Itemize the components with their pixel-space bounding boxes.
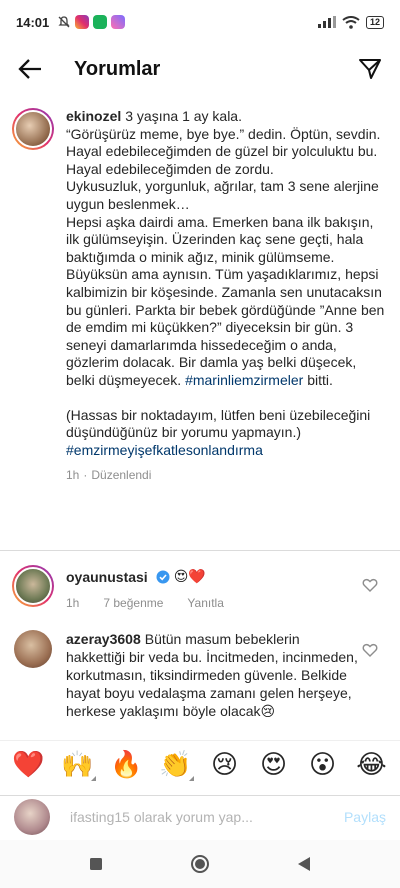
author-avatar-image: [14, 110, 52, 148]
comment-composer: Paylaş: [0, 795, 400, 837]
avatar[interactable]: [14, 630, 52, 668]
caption-divider: [0, 550, 400, 551]
caption-meta: 1h · Düzenlendi: [66, 467, 386, 485]
meta-separator: ·: [83, 468, 88, 483]
status-right: 12: [317, 15, 384, 29]
status-time: 14:01: [16, 14, 50, 30]
square-icon: [90, 858, 102, 870]
emoji-surprised-button[interactable]: 😮: [303, 745, 343, 785]
battery-indicator: 12: [365, 15, 384, 29]
avatar[interactable]: [12, 565, 54, 607]
wifi-icon: [342, 15, 360, 29]
signal-icon: [317, 16, 336, 28]
comment-body: oyaunustasi 😍❤️ 1h 7 beğenme Yanıtla: [66, 565, 356, 612]
commenter-avatar-image: [14, 630, 52, 668]
reply-button[interactable]: Yanıtla: [187, 594, 223, 612]
recents-button[interactable]: [84, 852, 108, 876]
comment-meta: 1h 7 beğenme Yanıtla: [66, 594, 356, 612]
caption-text-end: bitti.: [307, 371, 333, 388]
my-avatar: [14, 798, 50, 835]
emoji-heart-button[interactable]: ❤️: [9, 745, 49, 785]
paper-plane-icon: [359, 59, 381, 79]
home-button[interactable]: [188, 852, 212, 876]
circle-icon: [191, 855, 209, 873]
triangle-back-icon: [298, 857, 310, 871]
comment-time: 1h: [66, 596, 80, 610]
comment-item: azeray3608 Bütün masum bebeklerin hakkett…: [12, 630, 388, 720]
hashtag-link-2[interactable]: #emzirmeyişefkatlesonlandırma: [66, 442, 386, 460]
app-notification-icon: [93, 15, 108, 29]
comment-input[interactable]: [70, 808, 344, 825]
comment-text: 😍❤️: [173, 569, 206, 585]
system-nav-bar: [0, 840, 400, 888]
likes-count[interactable]: 7 beğenme: [103, 594, 163, 612]
post-caption: ekinozel 3 yaşına 1 ay kala. “Görüşürüz m…: [12, 108, 388, 485]
skin-tone-indicator-icon: [188, 775, 194, 781]
heart-outline-icon[interactable]: [362, 577, 378, 593]
verified-badge-icon: [156, 570, 170, 584]
avatar[interactable]: [12, 108, 54, 150]
caption-note: (Hassas bir noktadayım, lütfen beni üzeb…: [66, 406, 371, 441]
emoji-raised-hands: 🙌: [61, 749, 94, 780]
emoji-raised-hands-button[interactable]: 🙌: [58, 745, 98, 785]
instagram-notification-icon: [75, 15, 90, 29]
back-button[interactable]: [14, 53, 46, 85]
emoji-fire-button[interactable]: 🔥: [107, 745, 147, 785]
header: Yorumlar: [0, 44, 400, 94]
bell-muted-icon: [58, 16, 70, 28]
comment-line: azeray3608 Bütün masum bebeklerin hakkett…: [66, 630, 362, 720]
emoji-laugh-cry-button[interactable]: 😂: [352, 745, 392, 785]
edited-label: Düzenlendi: [91, 468, 152, 483]
page-title: Yorumlar: [74, 57, 161, 80]
skin-tone-indicator-icon: [90, 775, 96, 781]
comment-line: oyaunustasi 😍❤️: [66, 568, 356, 586]
caption-time: 1h: [66, 468, 80, 483]
comment-body: azeray3608 Bütün masum bebeklerin hakkett…: [66, 630, 362, 720]
notification-icons: [57, 15, 126, 29]
emoji-heart-eyes-button[interactable]: 😍: [254, 745, 294, 785]
emoji-quick-bar: ❤️ 🙌 🔥 👏 😢 😍 😮 😂: [0, 740, 400, 788]
post-comment-button[interactable]: Paylaş: [344, 809, 386, 825]
caption-text-block: ekinozel 3 yaşına 1 ay kala. “Görüşürüz m…: [66, 108, 386, 390]
share-button[interactable]: [354, 53, 386, 85]
caption-body: ekinozel 3 yaşına 1 ay kala. “Görüşürüz m…: [66, 108, 386, 485]
arrow-left-icon: [18, 59, 41, 79]
comment-item: oyaunustasi 😍❤️ 1h 7 beğenme Yanıtla: [12, 565, 388, 612]
emoji-clap: 👏: [159, 749, 192, 780]
emoji-cry-button[interactable]: 😢: [205, 745, 245, 785]
caption-text: 3 yaşına 1 ay kala. “Görüşürüz meme, bye…: [66, 108, 385, 388]
comment-username[interactable]: azeray3608: [66, 631, 141, 647]
status-bar: 14:01 12: [0, 0, 400, 44]
hashtag-link[interactable]: #marinliemzirmeler: [185, 372, 303, 388]
caption-username[interactable]: ekinozel: [66, 108, 121, 124]
comment-username[interactable]: oyaunustasi: [66, 568, 148, 586]
heart-outline-icon[interactable]: [362, 642, 378, 658]
system-back-button[interactable]: [292, 852, 316, 876]
commenter-avatar-image: [14, 567, 52, 605]
gallery-notification-icon: [111, 15, 126, 29]
emoji-clap-button[interactable]: 👏: [156, 745, 196, 785]
